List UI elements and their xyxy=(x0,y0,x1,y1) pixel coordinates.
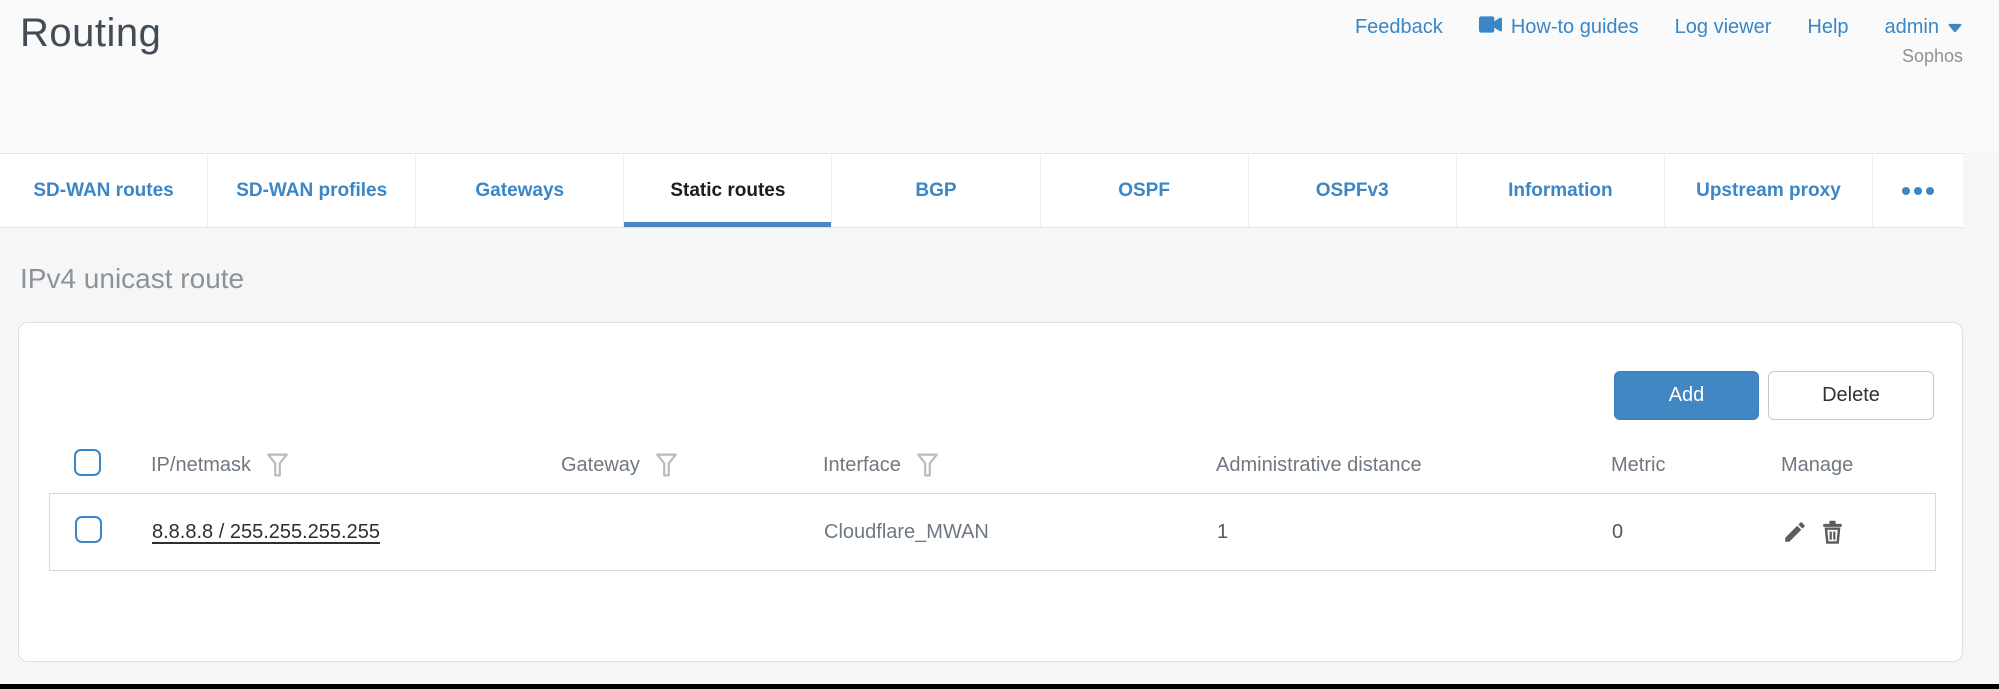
tab-upstream-proxy[interactable]: Upstream proxy xyxy=(1664,154,1872,227)
table-header: IP/netmask Gateway Interface Administrat… xyxy=(49,442,1936,488)
card-toolbar: Add Delete xyxy=(19,323,1962,420)
column-header-manage: Manage xyxy=(1781,454,1853,477)
route-interface: Cloudflare_MWAN xyxy=(824,521,1217,544)
tab-ospfv3[interactable]: OSPFv3 xyxy=(1248,154,1456,227)
column-header-gateway: Gateway xyxy=(561,454,640,477)
filter-icon[interactable] xyxy=(655,452,678,478)
delete-icon[interactable] xyxy=(1819,519,1846,546)
tab-sdwan-routes[interactable]: SD-WAN routes xyxy=(0,154,207,227)
route-admin-distance: 1 xyxy=(1217,521,1612,544)
admin-menu[interactable]: admin xyxy=(1885,16,1963,39)
routes-card: Add Delete IP/netmask Gateway Interfac xyxy=(18,322,1963,662)
filter-icon[interactable] xyxy=(916,452,939,478)
log-viewer-link[interactable]: Log viewer xyxy=(1675,16,1772,39)
row-checkbox[interactable] xyxy=(75,516,102,543)
help-link[interactable]: Help xyxy=(1807,16,1848,39)
tab-overflow-button[interactable] xyxy=(1872,154,1963,227)
ellipsis-icon xyxy=(1902,187,1934,195)
delete-button[interactable]: Delete xyxy=(1768,371,1934,420)
tab-static-routes[interactable]: Static routes xyxy=(623,154,831,227)
tab-bgp[interactable]: BGP xyxy=(831,154,1039,227)
tab-ospf[interactable]: OSPF xyxy=(1040,154,1248,227)
tab-sdwan-profiles[interactable]: SD-WAN profiles xyxy=(207,154,415,227)
brand-label: Sophos xyxy=(1902,46,1963,67)
add-button[interactable]: Add xyxy=(1614,371,1759,420)
column-header-metric: Metric xyxy=(1611,454,1665,477)
column-header-admin-distance: Administrative distance xyxy=(1216,454,1422,477)
select-all-checkbox[interactable] xyxy=(74,449,101,476)
filter-icon[interactable] xyxy=(266,452,289,478)
table-row: 8.8.8.8 / 255.255.255.255 Cloudflare_MWA… xyxy=(49,493,1936,571)
header-right: Feedback How-to guides Log viewer Help a… xyxy=(1355,8,1963,153)
bottom-edge-bar xyxy=(0,684,1999,689)
feedback-link[interactable]: Feedback xyxy=(1355,16,1443,39)
route-ip-link[interactable]: 8.8.8.8 / 255.255.255.255 xyxy=(152,521,380,543)
column-header-ip-netmask: IP/netmask xyxy=(151,454,251,477)
routing-page: Routing Feedback How-to guides Log viewe… xyxy=(0,0,1999,689)
video-camera-icon xyxy=(1479,16,1502,39)
tab-information[interactable]: Information xyxy=(1456,154,1664,227)
route-metric: 0 xyxy=(1612,521,1782,544)
howto-guides-link[interactable]: How-to guides xyxy=(1479,16,1639,39)
page-title: Routing xyxy=(20,8,161,153)
header-links: Feedback How-to guides Log viewer Help a… xyxy=(1355,16,1963,39)
tab-gateways[interactable]: Gateways xyxy=(415,154,623,227)
edit-icon[interactable] xyxy=(1782,519,1808,545)
section-heading: IPv4 unicast route xyxy=(20,258,1999,300)
tab-bar: SD-WAN routes SD-WAN profiles Gateways S… xyxy=(0,153,1963,228)
column-header-interface: Interface xyxy=(823,454,901,477)
top-header: Routing Feedback How-to guides Log viewe… xyxy=(0,0,1999,153)
chevron-down-icon xyxy=(1948,16,1963,39)
